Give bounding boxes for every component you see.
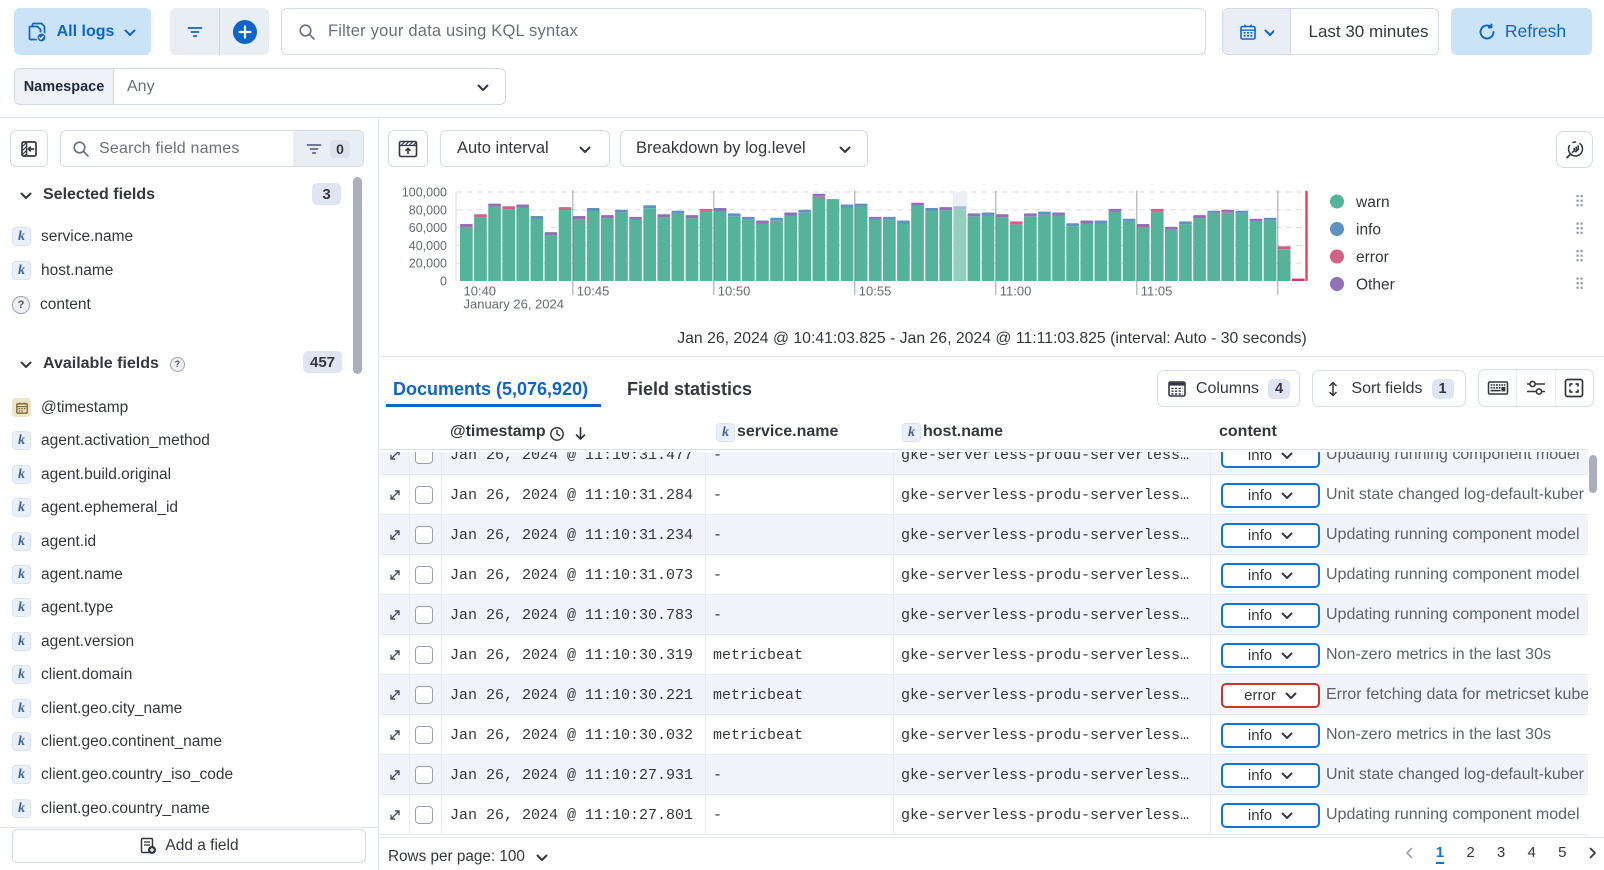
svg-text:10:45: 10:45 [577, 284, 610, 299]
svg-text:error: error [1356, 249, 1389, 266]
svg-text:10:55: 10:55 [859, 284, 892, 299]
svg-text:11:05: 11:05 [1141, 284, 1173, 299]
svg-text:100,000: 100,000 [402, 186, 447, 200]
svg-text:10:50: 10:50 [718, 284, 751, 299]
svg-text:60,000: 60,000 [409, 221, 447, 235]
svg-text:info: info [1356, 222, 1381, 239]
svg-text:20,000: 20,000 [409, 257, 447, 271]
svg-text:warn: warn [1355, 194, 1390, 211]
svg-text:0: 0 [440, 275, 447, 289]
svg-text:Other: Other [1356, 277, 1395, 294]
svg-text:40,000: 40,000 [409, 239, 447, 253]
svg-text:January 26, 2024: January 26, 2024 [464, 297, 564, 312]
svg-text:80,000: 80,000 [409, 203, 447, 217]
svg-text:11:00: 11:00 [1000, 284, 1032, 299]
